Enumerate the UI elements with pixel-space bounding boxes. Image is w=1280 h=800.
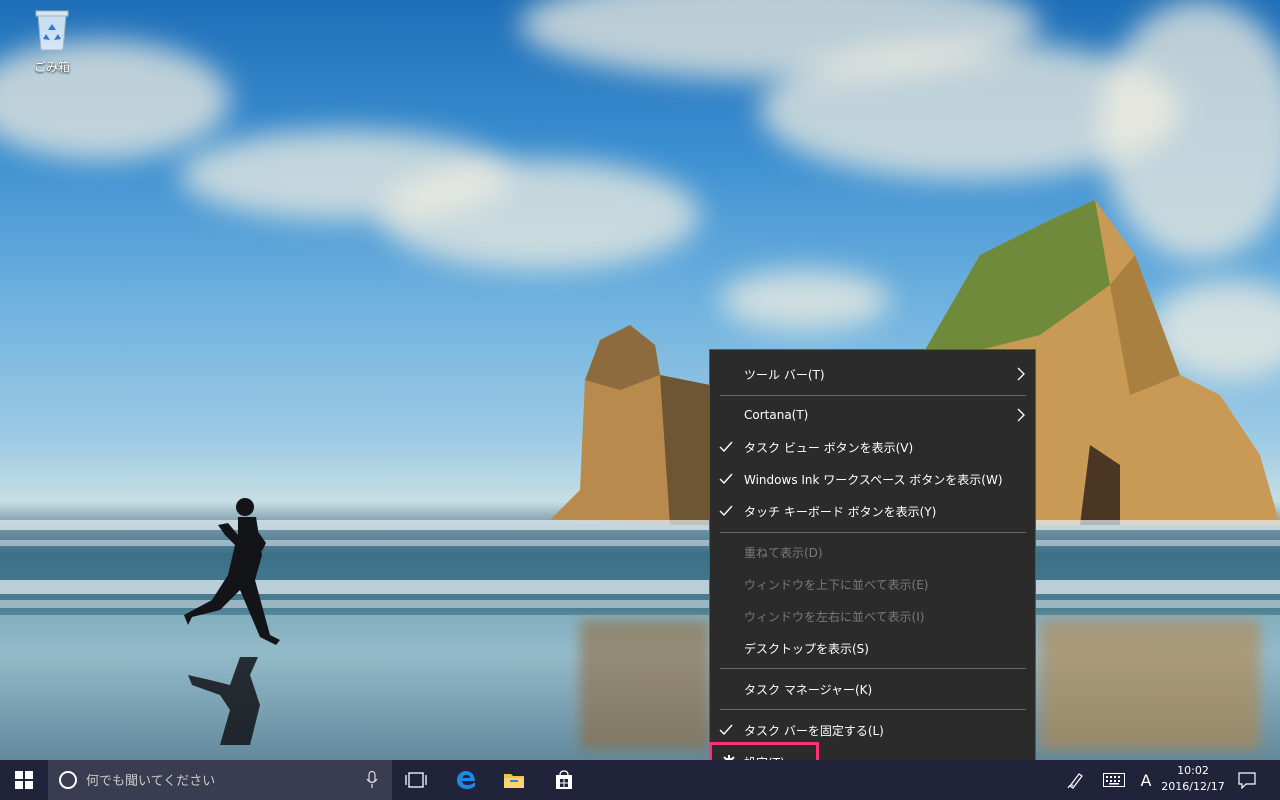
search-input[interactable]: [84, 770, 368, 792]
recycle-bin-icon: [35, 10, 69, 51]
checkmark-icon: [719, 441, 733, 453]
windows-logo-icon: [15, 771, 33, 789]
menu-item-show-windows-stacked: ウィンドウを上下に並べて表示(E): [710, 569, 1035, 599]
action-center-button[interactable]: [1230, 760, 1264, 800]
checkmark-icon: [719, 505, 733, 517]
menu-item-label: タッチ キーボード ボタンを表示(Y): [744, 504, 937, 519]
keyboard-icon: [1103, 773, 1125, 787]
menu-item-show-windows-side-by-side: ウィンドウを左右に並べて表示(I): [710, 601, 1035, 631]
runner-silhouette: [184, 498, 280, 745]
task-view-icon: [405, 772, 427, 788]
menu-item-show-desktop[interactable]: デスクトップを表示(S): [710, 633, 1035, 663]
menu-item-label: Cortana(T): [744, 408, 809, 422]
menu-item-task-manager[interactable]: タスク マネージャー(K): [710, 674, 1035, 704]
menu-item-cascade-windows: 重ねて表示(D): [710, 537, 1035, 567]
menu-item-label: タスク バーを固定する(L): [744, 723, 884, 738]
chevron-right-icon: [1017, 408, 1025, 422]
menu-item-label: デスクトップを表示(S): [744, 641, 869, 656]
clock-time: 10:02: [1177, 764, 1209, 777]
checkmark-icon: [719, 724, 733, 736]
microphone-icon[interactable]: [366, 771, 378, 789]
menu-separator: [720, 532, 1026, 533]
cortana-icon: [59, 771, 77, 789]
clock-date: 2016/12/17: [1161, 780, 1225, 793]
chevron-right-icon: [1017, 367, 1025, 381]
menu-item-toolbars[interactable]: ツール バー(T): [710, 359, 1035, 389]
ime-indicator[interactable]: A: [1134, 760, 1158, 800]
menu-item-label: ウィンドウを左右に並べて表示(I): [744, 609, 925, 624]
start-button[interactable]: [0, 760, 48, 800]
menu-item-label: 重ねて表示(D): [744, 545, 823, 560]
windows-ink-icon: [1067, 773, 1083, 789]
cortana-search-box[interactable]: [48, 760, 392, 800]
menu-separator: [720, 709, 1026, 710]
menu-item-label: ウィンドウを上下に並べて表示(E): [744, 577, 929, 592]
menu-item-show-task-view-button[interactable]: タスク ビュー ボタンを表示(V): [710, 432, 1035, 462]
windows-ink-button[interactable]: [1060, 760, 1092, 800]
recycle-bin-label: ごみ箱: [33, 60, 70, 74]
store-icon: [556, 770, 572, 789]
menu-item-show-touch-keyboard-button[interactable]: タッチ キーボード ボタンを表示(Y): [710, 496, 1035, 526]
taskbar: A 10:02 2016/12/17: [0, 760, 1280, 800]
touch-keyboard-button[interactable]: [1098, 760, 1130, 800]
notification-icon: [1238, 772, 1256, 789]
desktop-background: [0, 0, 1280, 760]
menu-separator: [720, 668, 1026, 669]
edge-icon: [457, 771, 475, 789]
menu-item-lock-taskbar[interactable]: タスク バーを固定する(L): [710, 715, 1035, 745]
taskbar-context-menu: ツール バー(T) Cortana(T) タスク ビュー ボタンを表示(V) W…: [709, 349, 1036, 786]
file-explorer-taskbar-button[interactable]: [490, 760, 538, 800]
edge-taskbar-button[interactable]: [442, 760, 490, 800]
checkmark-icon: [719, 473, 733, 485]
menu-separator: [720, 395, 1026, 396]
menu-item-label: タスク ビュー ボタンを表示(V): [744, 440, 914, 455]
recycle-bin[interactable]: ごみ箱: [26, 8, 78, 74]
clock[interactable]: 10:02 2016/12/17: [1160, 763, 1226, 795]
store-taskbar-button[interactable]: [540, 760, 588, 800]
task-view-button[interactable]: [392, 760, 440, 800]
rock-left: [550, 325, 715, 525]
menu-item-cortana[interactable]: Cortana(T): [710, 400, 1035, 430]
file-explorer-icon: [504, 774, 524, 788]
menu-item-label: タスク マネージャー(K): [744, 682, 873, 697]
menu-item-show-windows-ink-button[interactable]: Windows Ink ワークスペース ボタンを表示(W): [710, 464, 1035, 494]
menu-item-label: ツール バー(T): [744, 367, 825, 382]
menu-item-label: Windows Ink ワークスペース ボタンを表示(W): [744, 472, 1003, 487]
